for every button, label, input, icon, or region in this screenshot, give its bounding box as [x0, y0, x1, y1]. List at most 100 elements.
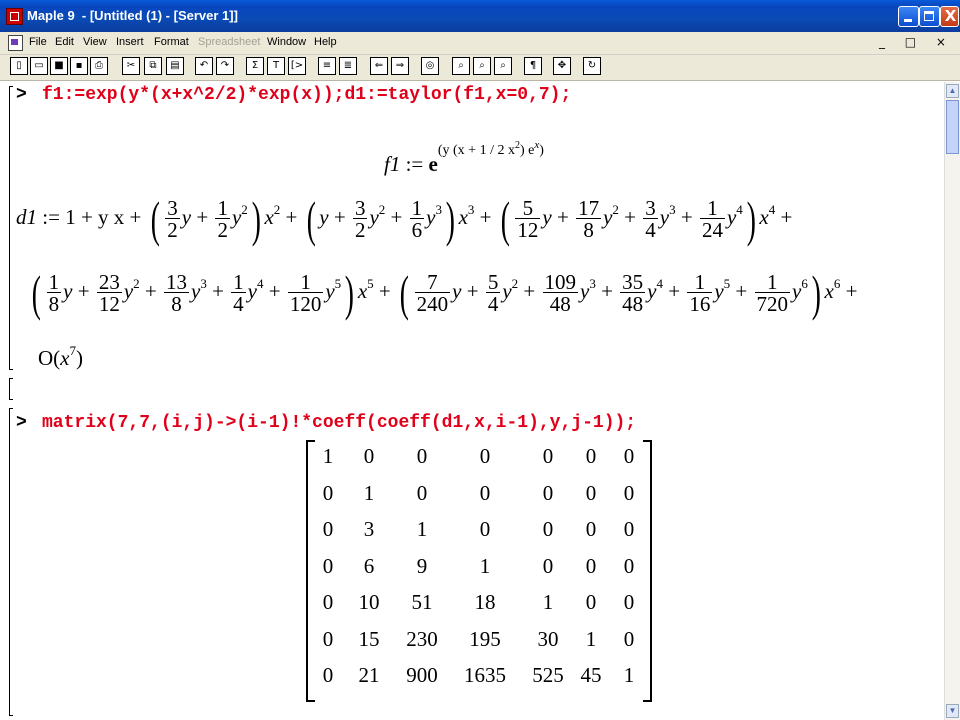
matrix-cell: 0	[623, 553, 635, 578]
restart-button[interactable]: ↻	[583, 57, 601, 75]
indent-button[interactable]: ⇒	[391, 57, 409, 75]
insert-before-button[interactable]: ≡	[318, 57, 336, 75]
text-input-button[interactable]: T	[267, 57, 285, 75]
print-button[interactable]: ⎙	[90, 57, 108, 75]
matrix-cell: 9	[416, 553, 428, 578]
matrix-cell: 1635	[464, 663, 506, 687]
input-line-2[interactable]: matrix(7,7,(i,j)->(i-1)!*coeff(coeff(d1,…	[42, 413, 636, 433]
matrix-cell: 0	[623, 590, 635, 614]
scroll-down-button[interactable]: ▼	[946, 704, 959, 718]
undo-button[interactable]: ↶	[195, 57, 213, 75]
zoom-150-button[interactable]: ⌕	[473, 57, 491, 75]
output-d1-line3: O(x7)	[38, 343, 83, 371]
zoom-small-icon: ⌕	[458, 60, 464, 71]
printer-icon: ⎙	[95, 60, 103, 71]
redo-button[interactable]: ↷	[216, 57, 234, 75]
matrix-cell: 0	[542, 480, 554, 505]
new-icon: ▯	[16, 60, 22, 71]
math-input-button[interactable]: Σ	[246, 57, 264, 75]
scissors-icon: ✂	[126, 60, 136, 71]
new-button[interactable]: ▯	[10, 57, 28, 75]
menu-window[interactable]: Window	[267, 36, 306, 48]
save-as-button[interactable]: ■	[50, 57, 68, 75]
close-button[interactable]: X	[940, 6, 959, 27]
redo-icon: ↷	[220, 60, 230, 71]
big-o-pow: 7	[69, 343, 77, 358]
output-d1-line2: (1 8 y + 23 12 y2 + 13 8 y3 + 1 4 y4 + 1 120 y5) x5…	[31, 265, 858, 321]
matrix-cell: 21	[358, 663, 380, 687]
menu-file[interactable]: File	[29, 36, 47, 48]
show-markers-button[interactable]: ¶	[524, 57, 542, 75]
scroll-up-button[interactable]: ▲	[946, 84, 959, 98]
insert-after-button[interactable]: ≣	[339, 57, 357, 75]
copy-button[interactable]: ⧉	[144, 57, 162, 75]
menu-insert[interactable]: Insert	[116, 36, 144, 48]
matrix-cell: 0	[416, 480, 428, 505]
scroll-thumb[interactable]	[946, 100, 959, 154]
matrix-cell: 30	[537, 626, 559, 651]
matrix-cell: 0	[585, 553, 597, 578]
execution-group-bracket[interactable]	[9, 86, 13, 370]
menu-view[interactable]: View	[83, 36, 107, 48]
insert-prompt-button[interactable]: [>	[288, 57, 306, 75]
matrix-cell: 0	[623, 444, 635, 468]
matrix-cell: 1	[479, 553, 491, 578]
minimize-button[interactable]	[898, 6, 919, 27]
f1-exponent-text: (y (x + 1 / 2 x	[437, 143, 515, 158]
input-line-1[interactable]: f1:=exp(y*(x+x^2/2)*exp(x));d1:=taylor(f…	[42, 85, 571, 105]
execution-group-bracket-2[interactable]	[9, 408, 13, 716]
zoom-200-button[interactable]: ⌕	[494, 57, 512, 75]
matrix-cell: 18	[474, 590, 496, 614]
f1-exponent: (y (x + 1 / 2 x2) ex)	[437, 139, 544, 158]
arrow-right-icon: ⇒	[395, 60, 405, 71]
zoom-medium-icon: ⌕	[479, 60, 485, 71]
matrix-cell: 0	[542, 517, 554, 541]
f1-exponent-close: )	[539, 143, 544, 158]
matrix-cell: 0	[416, 444, 428, 468]
matrix-cell: 1	[585, 626, 597, 651]
menu-edit[interactable]: Edit	[55, 36, 74, 48]
matrix-cell: 0	[479, 480, 491, 505]
matrix-cell: 0	[363, 444, 375, 468]
title-bar: Maple 9 - [Untitled (1) - [Server 1]] X	[0, 0, 960, 32]
outdent-button[interactable]: ⇐	[370, 57, 388, 75]
matrix-cell: 0	[542, 553, 554, 578]
matrix-cell: 0	[542, 444, 554, 468]
matrix-cell: 0	[585, 444, 597, 468]
sigma-icon: Σ	[251, 60, 259, 71]
open-button[interactable]: ▭	[30, 57, 48, 75]
copy-icon: ⧉	[149, 60, 157, 71]
open-folder-icon: ▭	[34, 60, 44, 71]
matrix-cell: 230	[406, 626, 438, 651]
zoom-large-icon: ⌕	[500, 60, 506, 71]
restart-icon: ↻	[587, 60, 597, 71]
matrix-cell: 0	[322, 590, 334, 614]
save-button[interactable]: ▪	[70, 57, 88, 75]
menu-spreadsheet[interactable]: Spreadsheet	[198, 36, 260, 48]
maple-app-icon[interactable]	[6, 8, 23, 25]
output-f1: f1 := e(y (x + 1 / 2 x2) ex)	[384, 139, 544, 196]
input-prompt-2: >	[16, 413, 27, 433]
insert-before-icon: ≡	[322, 60, 332, 71]
menu-help[interactable]: Help	[314, 36, 337, 48]
matrix-cell: 525	[532, 663, 564, 687]
expand-sections-button[interactable]: ✥	[553, 57, 571, 75]
big-o: O(	[38, 346, 61, 370]
maximize-button[interactable]	[919, 6, 940, 27]
mdi-controls[interactable]: _ □ ×	[879, 35, 954, 49]
matrix-cell: 1	[416, 517, 428, 541]
vertical-scrollbar[interactable]: ▲ ▼	[944, 82, 960, 720]
matrix-cell: 1	[322, 444, 334, 468]
expand-icon: ✥	[557, 60, 567, 71]
cut-button[interactable]: ✂	[122, 57, 140, 75]
zoom-100-button[interactable]: ⌕	[452, 57, 470, 75]
empty-group-bracket[interactable]	[9, 378, 13, 400]
stop-button[interactable]: ◎	[421, 57, 439, 75]
undo-icon: ↶	[199, 60, 209, 71]
menu-format[interactable]: Format	[154, 36, 189, 48]
matrix-cell: 0	[623, 626, 635, 651]
paste-button[interactable]: ▤	[166, 57, 184, 75]
f1-lhs: f1	[384, 152, 401, 176]
arrow-down-icon: ▼	[948, 706, 957, 715]
document-icon[interactable]	[8, 35, 23, 51]
